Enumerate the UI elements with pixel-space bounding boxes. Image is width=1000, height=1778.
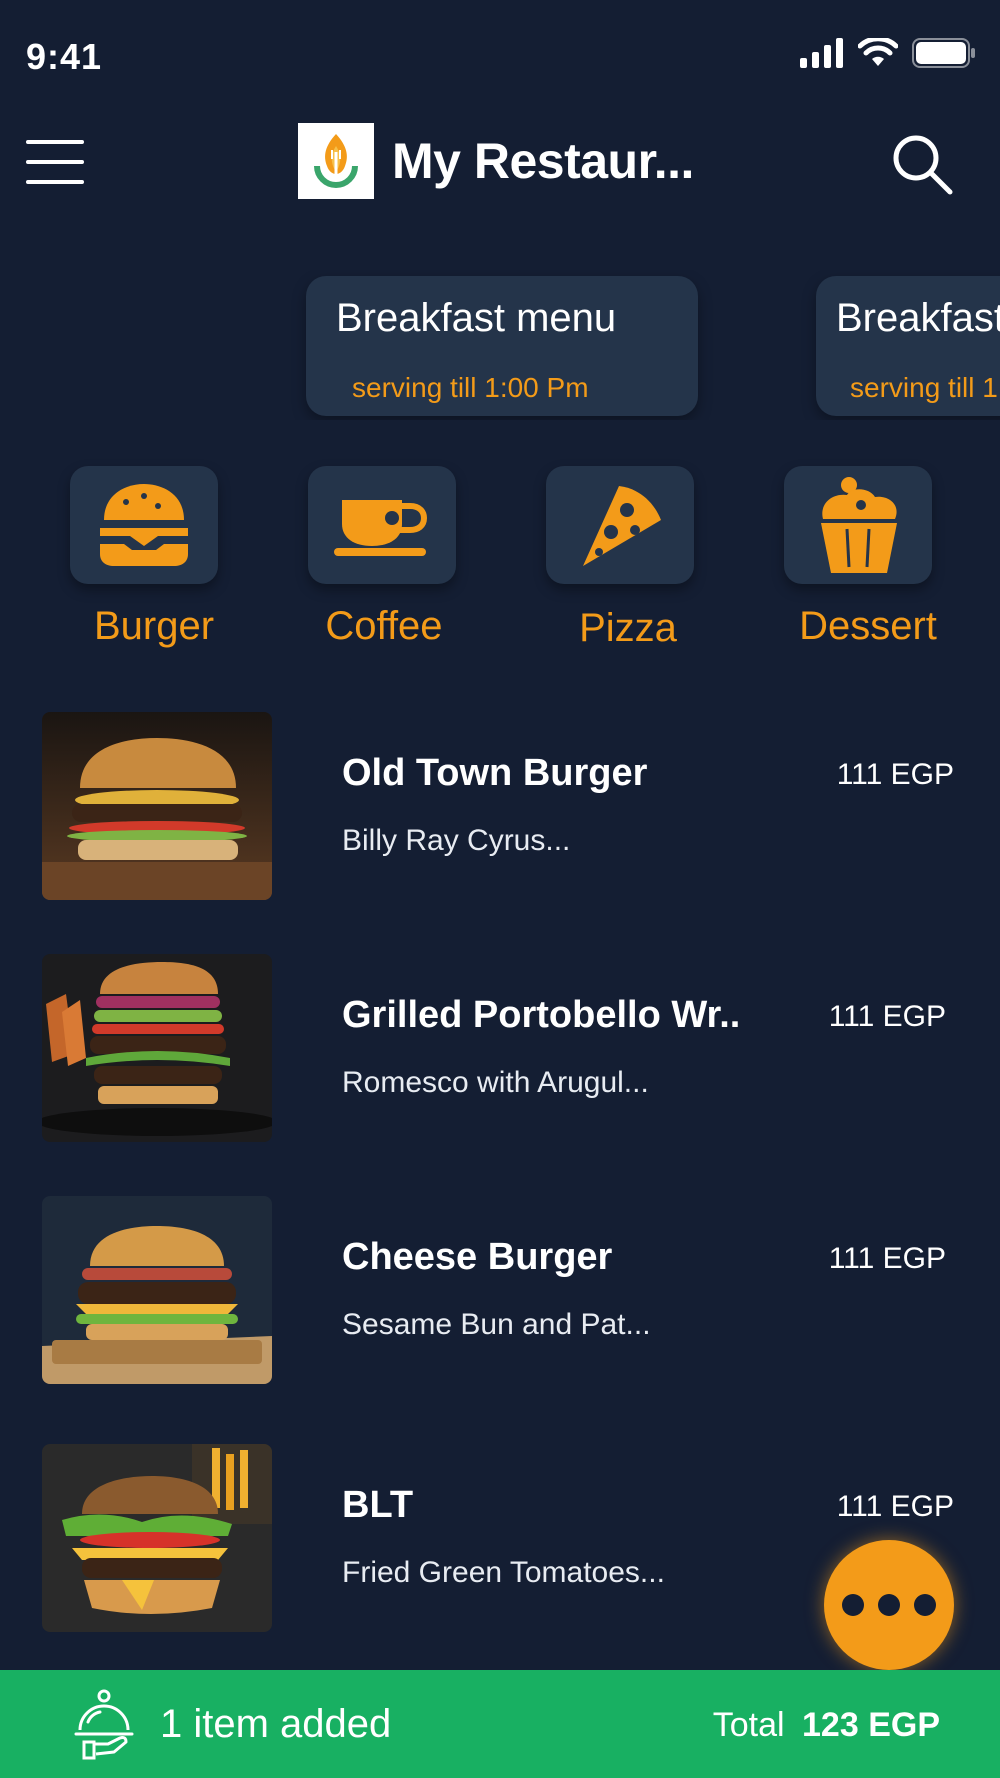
status-time: 9:41 (26, 36, 103, 77)
menu-serving-time: serving till 1:00 Pm (352, 372, 589, 403)
flame-fork-icon (314, 134, 358, 188)
more-options-button[interactable] (824, 1540, 954, 1670)
restaurant-logo (298, 123, 374, 199)
item-description: Romesco with Arugul... (342, 1066, 649, 1099)
search-icon[interactable] (890, 132, 956, 198)
cart-bar[interactable]: 1 item added Total 123 EGP (0, 1670, 1000, 1778)
item-name: Old Town Burger (342, 752, 648, 794)
item-name: Cheese Burger (342, 1236, 613, 1278)
item-price: 111 EGP (828, 1000, 946, 1033)
restaurant-title: My Restaur... (392, 133, 694, 189)
more-dots-icon (914, 1594, 936, 1616)
menus-carousel[interactable]: Breakfast menu serving till 1:00 Pm Brea… (0, 270, 1000, 420)
coffee-cup-icon (308, 466, 456, 584)
cellular-signal-icon (800, 38, 843, 68)
cart-item-count: 1 item added (160, 1702, 392, 1746)
item-name: BLT (342, 1484, 414, 1526)
cart-total-label: Total (712, 1706, 785, 1744)
category-dessert[interactable]: Dessert (754, 464, 937, 654)
menu-serving-time: serving till 1:00 Pm (850, 372, 1000, 403)
app-header: My Restaur... (0, 110, 1000, 220)
burger-icon (70, 466, 218, 584)
category-label: Pizza (579, 606, 677, 650)
brand: My Restaur... (298, 122, 694, 200)
serving-cloche-icon (74, 1689, 134, 1760)
menu-item[interactable]: Grilled Portobello Wr.. Romesco with Aru… (0, 942, 1000, 1142)
pizza-slice-icon (546, 466, 694, 584)
category-coffee[interactable]: Coffee (278, 464, 458, 654)
category-list: Burger Coffee Pizza Dessert (0, 464, 1000, 664)
more-dots-icon (842, 1594, 864, 1616)
menu-card[interactable]: Breakfast menu serving till 1:00 Pm (816, 276, 1000, 416)
menu-item[interactable]: Old Town Burger Billy Ray Cyrus... 111 E… (0, 700, 1000, 900)
item-price: 111 EGP (836, 758, 954, 791)
battery-icon (912, 38, 975, 68)
category-pizza[interactable]: Pizza (516, 464, 696, 654)
status-icons (800, 36, 976, 70)
item-name: Grilled Portobello Wr.. (342, 994, 741, 1036)
item-description: Fried Green Tomatoes... (342, 1556, 665, 1589)
category-label: Dessert (799, 604, 937, 648)
menu-name: Breakfast menu (336, 296, 617, 340)
cart-total: Total 123 EGP (713, 1706, 940, 1745)
item-price: 111 EGP (828, 1242, 946, 1275)
category-burger[interactable]: Burger (40, 464, 220, 654)
item-photo (42, 1444, 272, 1632)
hamburger-menu-icon[interactable] (26, 140, 84, 184)
item-description: Billy Ray Cyrus... (342, 824, 571, 857)
cart-total-value: 123 EGP (802, 1706, 940, 1744)
wifi-icon (858, 38, 898, 66)
item-photo (42, 1196, 272, 1384)
item-photo (42, 712, 272, 900)
item-photo (42, 954, 272, 1142)
menu-name: Breakfast menu (836, 296, 1000, 340)
menu-item[interactable]: Cheese Burger Sesame Bun and Pat... 111 … (0, 1184, 1000, 1384)
cupcake-icon (784, 466, 932, 584)
more-dots-icon (878, 1594, 900, 1616)
item-description: Sesame Bun and Pat... (342, 1308, 651, 1341)
item-price: 111 EGP (836, 1490, 954, 1523)
category-label: Coffee (325, 604, 443, 648)
category-label: Burger (93, 604, 215, 648)
status-bar: 9:41 (0, 0, 1000, 110)
menu-card[interactable]: Breakfast menu serving till 1:00 Pm (306, 276, 698, 416)
